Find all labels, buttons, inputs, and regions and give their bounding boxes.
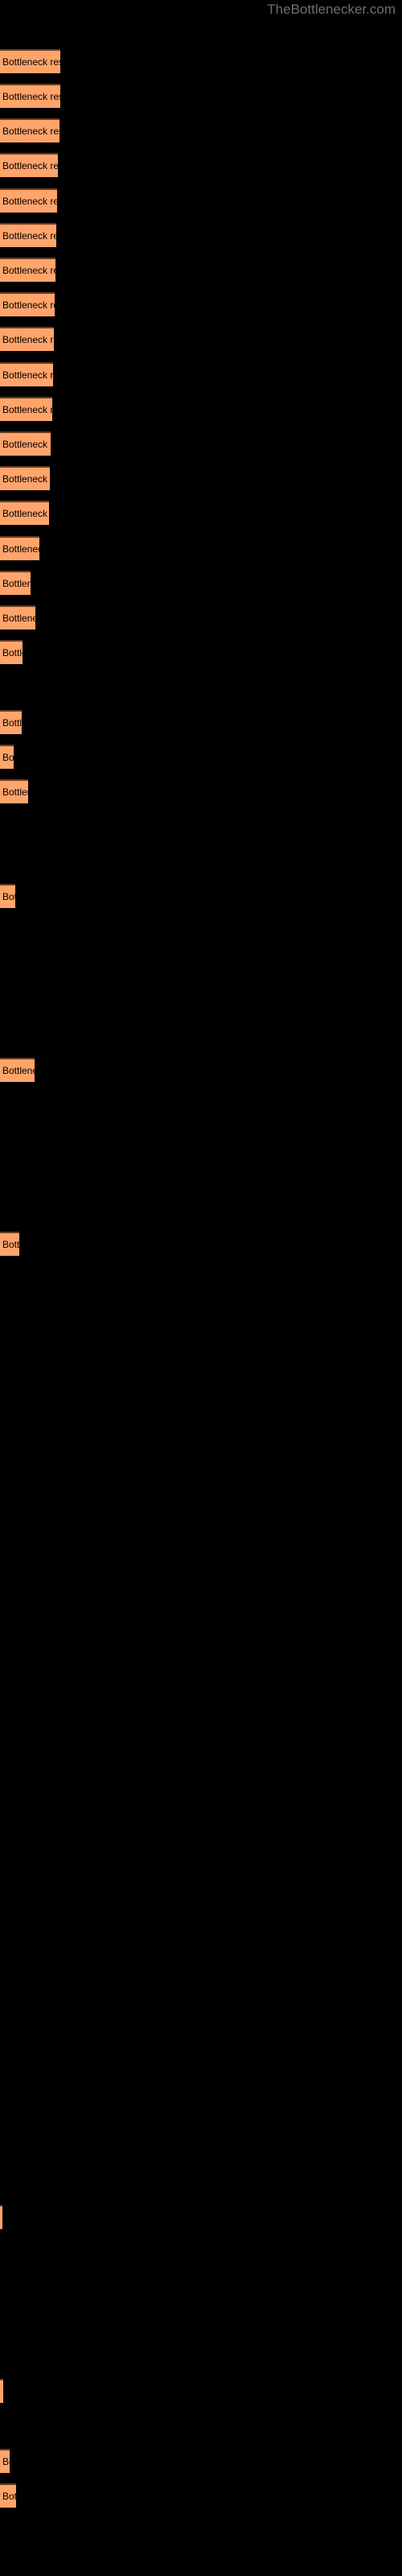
bar-12: Bottleneck result [0,431,51,456]
bar-20: Bottleneck result [0,710,22,734]
bar-label: Bottleneck result [2,91,60,102]
bar-63: Bottleneck result [0,2205,2,2229]
bar-label: Bottleneck result [2,717,22,729]
bars-layer: Bottleneck result Bottleneck result Bottle… [0,0,402,2576]
bar-71: Bottleneck result [0,2483,16,2508]
bar-label: Bottleneck result [2,2456,10,2467]
bar-35: Bottleneck result [0,1232,19,1256]
bar-13: Bottleneck result [0,466,50,490]
bar-17: Bottleneck result [0,605,35,630]
bar-1: Bottleneck result [0,49,60,73]
bar-label: Bottleneck result [2,1239,19,1250]
bar-label: Bottleneck result [2,439,51,450]
bar-18: Bottleneck result [0,640,23,664]
bar-8: Bottleneck result [0,292,55,316]
bar-68: Bottleneck result [0,2379,3,2403]
bar-label: Bottleneck result [2,230,56,242]
bar-chart: TheBottlenecker.com Bottleneck resultBot… [0,0,402,2576]
bar-label: Bottleneck result [2,56,60,68]
bar-30: Bottleneck result [0,1058,35,1082]
bar-11: Bottleneck result [0,397,52,421]
bar-label: Bottleneck result [2,578,31,589]
bar-5: Bottleneck result [0,188,57,213]
bar-label: Bottleneck result [2,1065,35,1076]
bar-14: Bottleneck result [0,501,49,525]
bar-label: Bottleneck result [2,2387,3,2396]
bar-label: Bottleneck result [2,613,35,624]
bar-label: Bottleneck result [2,473,50,485]
bar-16: Bottleneck result [0,571,31,595]
bar-label: Bottleneck result [2,2491,16,2502]
bar-3: Bottleneck result [0,118,59,142]
bar-15: Bottleneck result [0,536,39,560]
bar-label: Bottleneck result [2,752,14,763]
bar-label: Bottleneck result [2,160,58,171]
bar-label: Bottleneck result [2,508,49,519]
bar-label: Bottleneck result [2,543,39,555]
bar-70: Bottleneck result [0,2449,10,2473]
bar-label: Bottleneck result [2,265,55,276]
bar-4: Bottleneck result [0,153,58,177]
bar-2: Bottleneck result [0,84,60,108]
bar-label: Bottleneck result [2,369,53,381]
bar-10: Bottleneck result [0,362,53,386]
bar-label: Bottleneck result [2,126,59,137]
bar-label: Bottleneck result [2,334,54,345]
bar-label: Bottleneck result [2,196,57,207]
bar-label: Bottleneck result [2,891,15,902]
bar-7: Bottleneck result [0,258,55,282]
bar-25: Bottleneck result [0,884,15,908]
bar-21: Bottleneck result [0,745,14,769]
bar-label: Bottleneck result [2,404,52,415]
bar-label: Bottleneck result [2,299,55,311]
bar-label: Bottleneck result [2,647,23,658]
bar-6: Bottleneck result [0,223,56,247]
bar-22: Bottleneck result [0,779,28,803]
bar-9: Bottleneck result [0,327,54,351]
bar-label: Bottleneck result [2,786,28,798]
